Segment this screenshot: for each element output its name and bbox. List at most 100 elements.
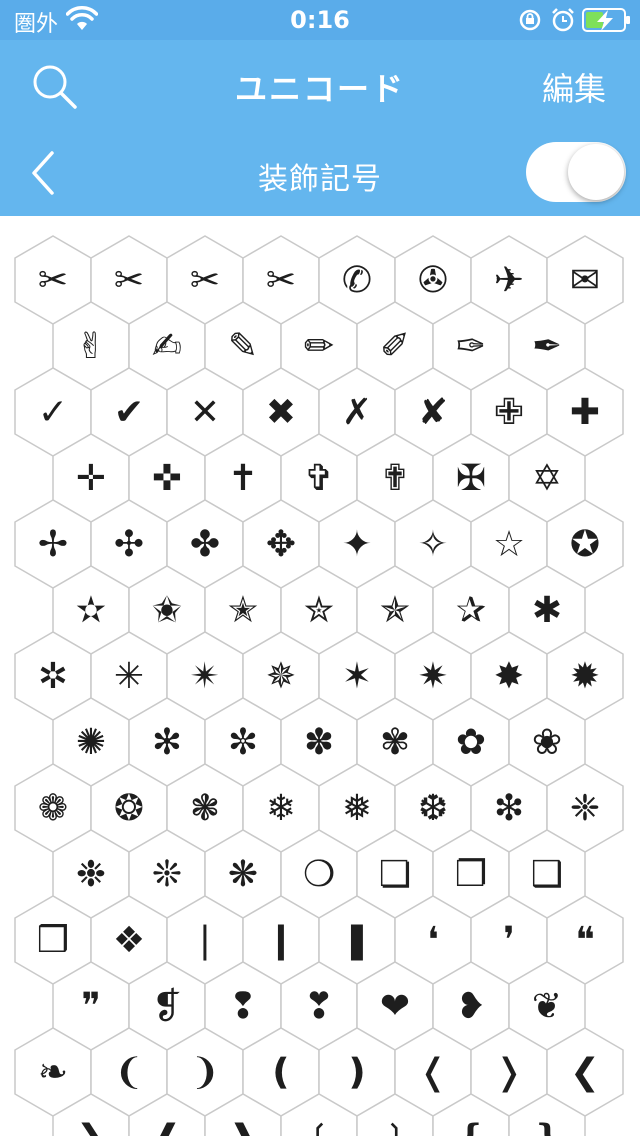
symbol-grid: ✂ ✂ ✂ ✂ ✆ ✇ ✈ ✉ ✌ ✍ ✎ ✏ ✐ ✑ ✒ ✓ ✔ ✕ ✖ ✗ ✘ ✙ ✚ ✛ ✜ ✝ ✞ ✟ ✠ ✡ ✢ ✣ ✤ ✥ ✦ ✧ ☆ ✪ ✫ ✬… [0, 216, 640, 1136]
symbol-glyph: ❀ [532, 722, 562, 763]
symbol-glyph: ✖ [266, 392, 296, 433]
symbol-glyph: ❊ [152, 854, 182, 895]
symbol-glyph: ✐ [380, 326, 410, 367]
symbol-glyph: ✠ [456, 458, 486, 499]
symbol-glyph: ❇ [494, 788, 524, 829]
symbol-glyph: ✼ [228, 722, 258, 763]
symbol-glyph: ✓ [38, 392, 68, 433]
symbol-glyph: ❅ [342, 788, 372, 829]
rotation-lock-icon [518, 8, 542, 36]
symbol-glyph: ❄ [266, 788, 296, 829]
symbol-glyph: ❒ [37, 920, 69, 961]
symbol-glyph: ✦ [342, 524, 372, 565]
symbol-glyph: ✺ [76, 722, 106, 763]
symbol-glyph: ❋ [228, 854, 258, 895]
symbol-glyph: ❫ [342, 1052, 372, 1093]
symbol-glyph: ❚ [342, 920, 372, 961]
symbol-glyph: ✭ [228, 590, 258, 631]
symbol-glyph: ❙ [266, 920, 296, 961]
symbol-glyph: ✷ [418, 656, 448, 697]
symbol-glyph: ✬ [152, 590, 182, 631]
symbol-glyph: ❛ [427, 920, 439, 961]
symbol-glyph: ✵ [266, 656, 296, 697]
symbol-glyph: ✚ [570, 392, 600, 433]
symbol-glyph: ❜ [503, 920, 515, 961]
symbol-glyph: ✎ [228, 326, 258, 367]
symbol-glyph: ✢ [38, 524, 68, 565]
hex-grid-canvas: ✂ ✂ ✂ ✂ ✆ ✇ ✈ ✉ ✌ ✍ ✎ ✏ ✐ ✑ ✒ ✓ ✔ ✕ ✖ ✗ ✘ ✙ ✚ ✛ ✜ ✝ ✞ ✟ ✠ ✡ ✢ ✣ ✤ ✥ ✦ ✧ ☆ ✪ ✫ ✬… [14, 235, 624, 1136]
symbol-glyph: ❝ [575, 920, 594, 961]
status-bar: 圏外 0:16 [0, 0, 640, 40]
symbol-glyph: ✏ [304, 326, 334, 367]
toggle-knob [568, 144, 624, 200]
symbol-glyph: ❢ [228, 986, 258, 1027]
symbol-glyph: ✫ [76, 590, 106, 631]
symbol-glyph: ✘ [418, 392, 448, 433]
symbol-glyph: ❖ [113, 920, 145, 961]
symbol-glyph: ✂ [266, 260, 296, 301]
symbol-glyph: ❉ [76, 854, 106, 895]
symbol-glyph: ❯ [76, 1118, 106, 1136]
symbol-glyph: ✛ [76, 458, 106, 499]
toggle-switch[interactable] [526, 142, 626, 202]
symbol-glyph: ❦ [532, 986, 562, 1027]
symbol-glyph: ❭ [494, 1052, 524, 1093]
symbol-glyph: ✙ [494, 392, 524, 433]
symbol-glyph: ✌ [76, 326, 106, 367]
symbol-glyph: ❬ [418, 1052, 448, 1093]
symbol-glyph: ✂ [38, 260, 68, 301]
symbol-glyph: ❤ [380, 986, 410, 1027]
symbol-glyph: ❁ [38, 788, 68, 829]
symbol-glyph: ✡ [532, 458, 562, 499]
symbol-glyph: ✂ [190, 260, 220, 301]
symbol-glyph: ❪ [266, 1052, 296, 1093]
symbol-glyph: ❘ [190, 920, 220, 961]
symbol-glyph: ✶ [342, 656, 372, 697]
symbol-glyph: ❏ [379, 854, 411, 895]
symbol-glyph: ✍ [152, 326, 182, 367]
symbol-glyph: ❞ [81, 986, 100, 1027]
symbol-glyph: ✧ [418, 524, 448, 565]
symbol-glyph: ❂ [114, 788, 144, 829]
symbol-glyph: ✈ [494, 260, 524, 301]
symbol-glyph: ❐ [455, 854, 487, 895]
symbol-glyph: ❧ [38, 1052, 68, 1093]
symbol-glyph: ✪ [570, 524, 600, 565]
symbol-glyph: ✗ [342, 392, 372, 433]
edit-button[interactable]: 編集 [542, 64, 606, 110]
symbol-glyph: ✉ [570, 260, 600, 301]
symbol-glyph: ✸ [494, 656, 524, 697]
symbol-glyph: ❆ [418, 788, 448, 829]
symbol-glyph: ❣ [304, 986, 334, 1027]
symbol-glyph: ❲ [304, 1118, 334, 1136]
symbol-glyph: ❡ [152, 986, 182, 1027]
symbol-glyph: ❮ [570, 1052, 600, 1093]
symbol-glyph: ✤ [190, 524, 220, 565]
symbol-glyph: ❱ [228, 1118, 258, 1136]
symbol-glyph: ✞ [304, 458, 334, 499]
symbol-glyph: ❥ [456, 986, 486, 1027]
symbol-glyph: ✯ [380, 590, 410, 631]
symbol-glyph: ❃ [190, 788, 220, 829]
symbol-glyph: ✱ [532, 590, 562, 631]
symbol-glyph: ✥ [266, 524, 296, 565]
symbol-glyph: ✆ [342, 260, 372, 301]
symbol-glyph: ❍ [303, 854, 335, 895]
symbol-glyph: ✽ [304, 722, 334, 763]
symbol-glyph: ✒ [532, 326, 562, 367]
symbol-glyph: ✕ [190, 392, 220, 433]
alarm-icon [550, 7, 576, 37]
symbol-glyph: ✇ [418, 260, 448, 301]
symbol-glyph: ✳ [114, 656, 144, 697]
symbol-glyph: ✴ [190, 656, 220, 697]
clock-time: 0:16 [290, 6, 350, 34]
symbol-glyph: ✿ [456, 722, 486, 763]
symbol-glyph: ✾ [380, 722, 410, 763]
symbol-glyph: ✝ [228, 458, 258, 499]
symbol-glyph: ❈ [570, 788, 600, 829]
symbol-glyph: ✟ [380, 458, 410, 499]
symbol-glyph: ❳ [380, 1118, 410, 1136]
symbol-glyph: ✔ [114, 392, 144, 433]
symbol-glyph: ☆ [493, 524, 525, 565]
battery-charging-icon [582, 8, 632, 36]
